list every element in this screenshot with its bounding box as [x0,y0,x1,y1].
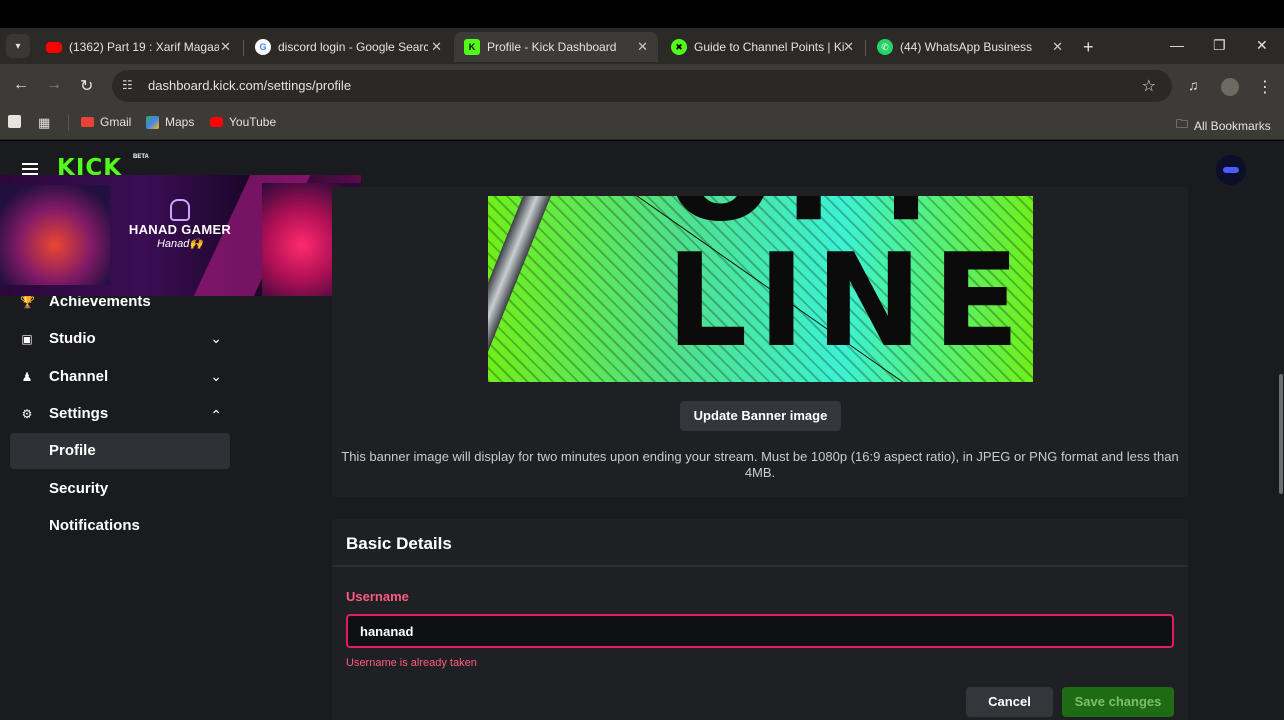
webcam-overlay: HANAD GAMER Hanad🙌 [0,175,361,296]
whatsapp-icon: ✆ [877,39,893,55]
tab-title: Profile - Kick Dashboard [487,40,617,54]
restore-icon[interactable]: ❐ [1213,37,1226,54]
banner-text: LINE [666,227,1030,376]
kick-dashboard: KICK BETA 🏆 Achievements ▣ Studio ⌄ ♟ Ch… [0,141,1284,720]
kick-icon: ✖ [671,39,687,55]
username-label: Username [346,589,409,604]
media-control-icon[interactable]: ♫ [1188,77,1199,93]
browser-tab[interactable]: ✆ (44) WhatsApp Business ✕ [867,32,1073,62]
sidebar-item-profile[interactable]: Profile [10,433,230,469]
page-scrollbar[interactable] [1279,374,1283,494]
webcam-left-graphic [0,185,110,285]
tab-groups-icon[interactable] [8,115,27,128]
section-title: Basic Details [346,534,452,553]
more-menu-icon[interactable]: ⋮ [1257,77,1273,97]
apps-grid-icon[interactable]: ▦ [38,115,50,131]
chevron-down-icon[interactable]: ⌄ [210,330,222,347]
sidebar-item-notifications[interactable]: Notifications [10,508,230,544]
tab-search-button[interactable]: ▾ [6,34,30,58]
close-icon[interactable]: ✕ [637,39,648,55]
tab-title: Guide to Channel Points | Ki [694,40,844,54]
close-icon[interactable]: ✕ [1052,39,1063,55]
bookmark-youtube[interactable]: YouTube [210,115,276,129]
browser-toolbar: ← → ↻ ☷ dashboard.kick.com/settings/prof… [0,64,1284,108]
sidebar-item-studio[interactable]: ▣ Studio ⌄ [10,321,230,357]
profile-avatar[interactable] [1221,78,1239,96]
menu-icon[interactable] [22,163,38,175]
basic-details-header [332,519,1188,567]
bookmarks-bar: ▦ Gmail Maps YouTube 🗀 All Bookmarks [0,108,1284,140]
folder-icon: 🗀 [1176,117,1189,131]
address-bar[interactable]: ☷ dashboard.kick.com/settings/profile ☆ [112,70,1172,102]
update-banner-button[interactable]: Update Banner image [680,401,841,431]
youtube-icon [46,41,62,53]
beta-badge: BETA [133,154,149,160]
banner-pole [488,196,554,382]
username-error: Username is already taken [346,657,477,669]
all-bookmarks[interactable]: 🗀 All Bookmarks [1176,115,1271,136]
chevron-down-icon[interactable]: ⌄ [210,368,222,385]
bookmark-maps[interactable]: Maps [146,115,194,129]
tab-title: (1362) Part 19 : Xarif Magaa [69,40,219,54]
forward-icon[interactable]: → [46,76,62,94]
new-tab-icon[interactable]: + [1083,37,1094,58]
user-avatar[interactable] [1216,155,1246,185]
streamer-name: HANAD GAMER [128,222,232,237]
minimize-icon[interactable]: — [1170,37,1184,53]
trophy-icon: 🏆 [20,295,35,309]
browser-tab[interactable]: G discord login - Google Searc ✕ [245,32,452,62]
window-close-icon[interactable]: ✕ [1256,37,1268,54]
maps-icon [146,115,159,129]
gear-icon: ⚙ [21,407,33,421]
offline-banner-image: OFF LINE [488,196,1033,382]
kick-icon: K [464,39,480,55]
bookmark-star-icon[interactable]: ☆ [1142,76,1156,96]
gmail-icon [81,117,94,127]
save-changes-button[interactable]: Save changes [1062,687,1174,717]
username-input[interactable] [346,614,1174,648]
close-icon[interactable]: ✕ [843,39,854,55]
tab-divider [243,40,244,56]
cancel-button[interactable]: Cancel [966,687,1053,717]
back-icon[interactable]: ← [13,76,29,94]
studio-icon: ▣ [21,332,33,346]
channel-icon: ♟ [21,370,33,384]
tab-divider [865,40,866,56]
banner-help-text: This banner image will display for two m… [341,449,1179,480]
browser-tab[interactable]: ✖ Guide to Channel Points | Ki ✕ [661,32,864,62]
sidebar-item-settings[interactable]: ⚙ Settings ⌃ [10,396,230,432]
youtube-icon [210,117,223,127]
chevron-up-icon[interactable]: ⌃ [210,407,222,424]
site-settings-icon[interactable]: ☷ [122,78,133,92]
tab-title: (44) WhatsApp Business [900,40,1033,54]
chevron-down-icon: ▾ [15,40,21,52]
close-icon[interactable]: ✕ [220,39,231,55]
close-icon[interactable]: ✕ [431,39,442,55]
browser-tab-active[interactable]: K Profile - Kick Dashboard ✕ [454,32,658,62]
bookmark-divider [68,115,69,131]
mascot-icon [170,199,190,221]
url-text[interactable]: dashboard.kick.com/settings/profile [148,78,351,93]
sidebar-item-channel[interactable]: ♟ Channel ⌄ [10,359,230,395]
browser-tab[interactable]: (1362) Part 19 : Xarif Magaa ✕ [36,32,241,62]
sidebar-item-security[interactable]: Security [10,471,230,507]
reload-icon[interactable]: ↻ [80,76,93,96]
bookmark-gmail[interactable]: Gmail [81,115,131,129]
streamer-subtitle: Hanad🙌 [156,238,204,250]
tab-title: discord login - Google Searc [278,40,428,54]
tab-strip: ▾ (1362) Part 19 : Xarif Magaa ✕ G disco… [0,28,1284,64]
google-icon: G [255,39,271,55]
